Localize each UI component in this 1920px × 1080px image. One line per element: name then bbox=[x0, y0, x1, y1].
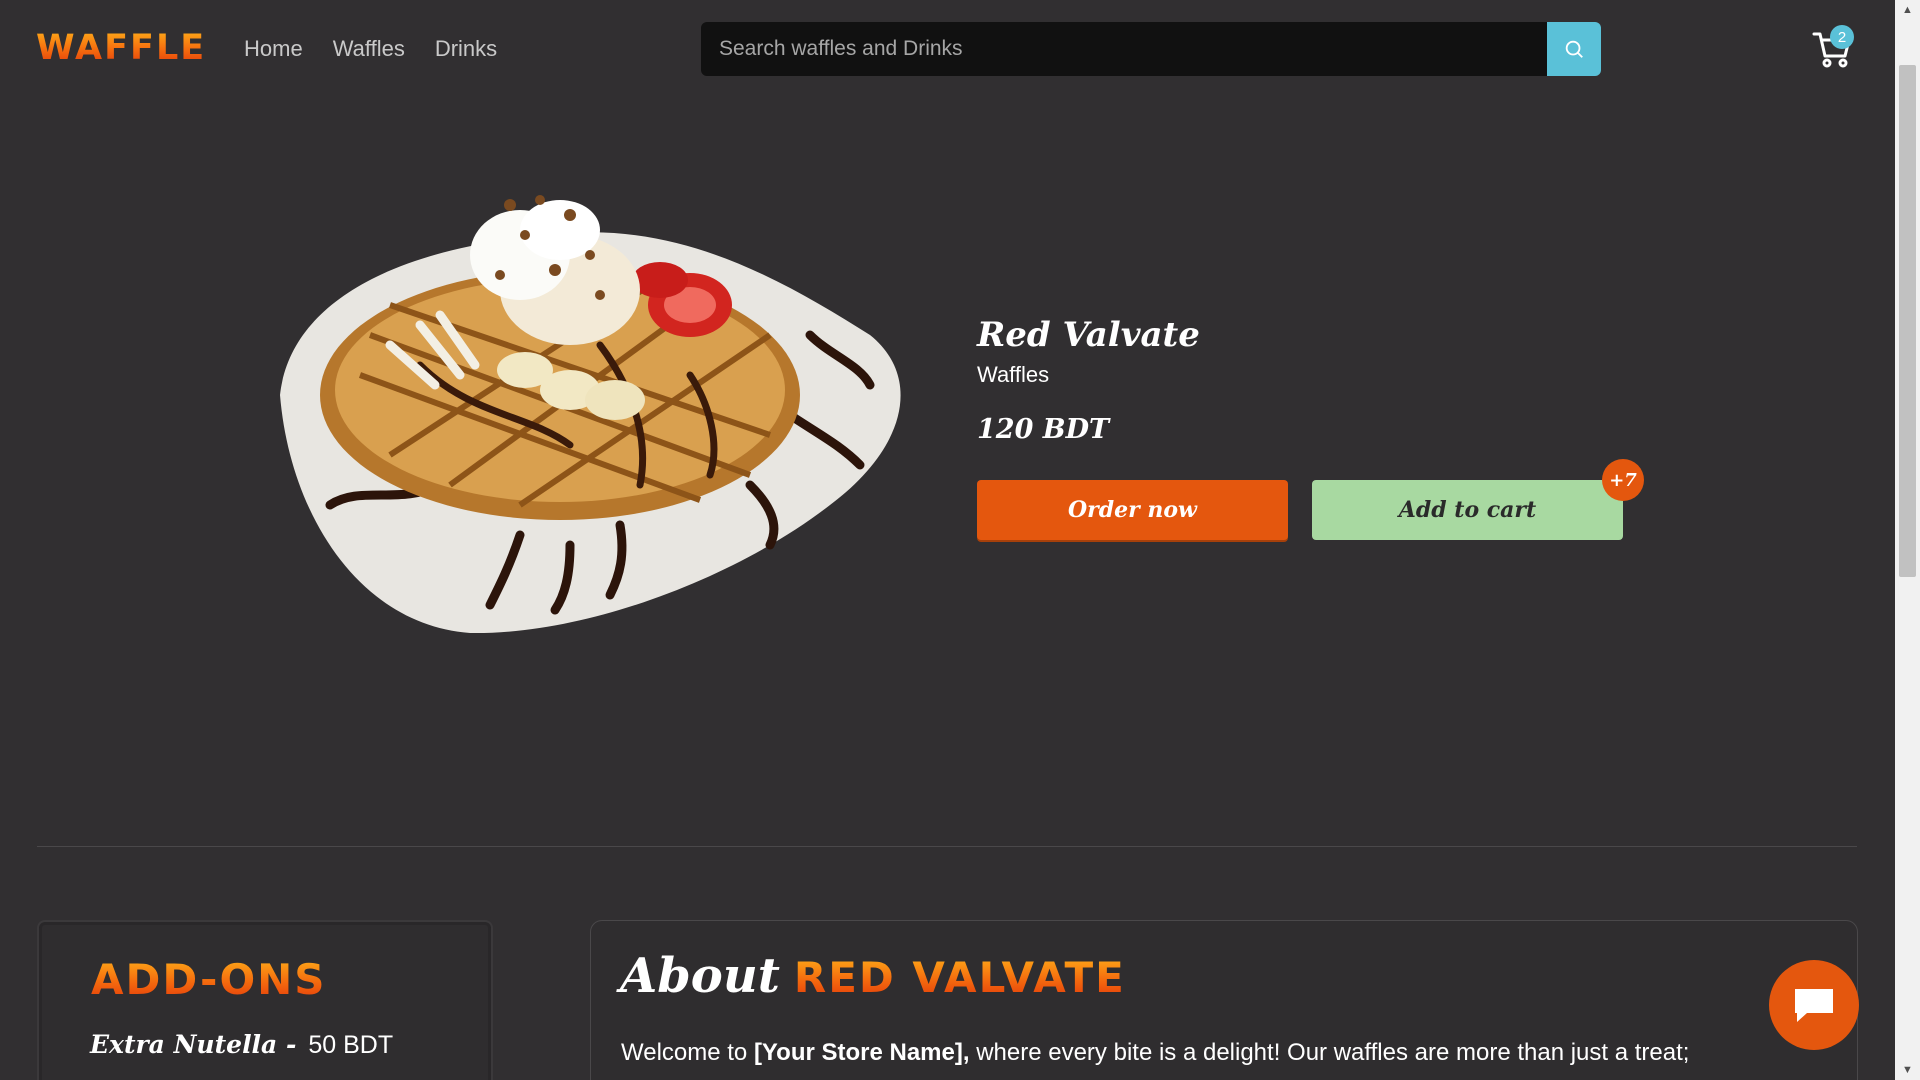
addons-title: ADD-ONS bbox=[91, 955, 327, 1004]
scroll-up-arrow[interactable]: ▲ bbox=[1895, 0, 1920, 20]
search-button[interactable] bbox=[1547, 22, 1601, 76]
main-nav: Home Waffles Drinks bbox=[244, 36, 497, 62]
about-heading: About RED VALVATE bbox=[620, 948, 1126, 1004]
product-price: 120 BDT bbox=[977, 414, 1110, 445]
search-input[interactable] bbox=[701, 22, 1547, 76]
logo[interactable]: WAFFLE bbox=[36, 28, 206, 68]
about-store-name: [Your Store Name], bbox=[753, 1039, 970, 1066]
about-text: Welcome to [Your Store Name], where ever… bbox=[621, 1037, 1801, 1069]
nav-drinks[interactable]: Drinks bbox=[435, 36, 497, 62]
nav-home[interactable]: Home bbox=[244, 36, 303, 62]
about-intro-before: Welcome to bbox=[621, 1039, 754, 1066]
section-divider bbox=[37, 846, 1857, 847]
about-heading-word: About bbox=[620, 948, 780, 1004]
addon-item[interactable]: Extra Nutella - 50 BDT bbox=[90, 1030, 393, 1060]
page-scrollbar[interactable]: ▲ ▼ bbox=[1895, 0, 1920, 1080]
about-heading-product: RED VALVATE bbox=[793, 953, 1126, 1002]
search-icon bbox=[1565, 40, 1583, 58]
addon-name: Extra Nutella - bbox=[90, 1030, 297, 1059]
scroll-down-arrow[interactable]: ▼ bbox=[1895, 1060, 1920, 1080]
order-now-button[interactable]: Order now bbox=[977, 480, 1288, 540]
cart-count-badge: 2 bbox=[1830, 25, 1854, 49]
product-name: Red Valvate bbox=[977, 315, 1200, 355]
site-header: WAFFLE Home Waffles Drinks 2 bbox=[0, 0, 1895, 98]
scroll-thumb[interactable] bbox=[1899, 65, 1916, 577]
extra-count-badge: +7 bbox=[1602, 459, 1644, 501]
product-category: Waffles bbox=[977, 362, 1050, 387]
search-bar bbox=[701, 22, 1601, 76]
chat-button[interactable] bbox=[1769, 960, 1859, 1050]
add-to-cart-button[interactable]: Add to cart bbox=[1312, 480, 1623, 540]
about-intro-after: where every bite is a delight! Our waffl… bbox=[969, 1039, 1690, 1066]
nav-waffles[interactable]: Waffles bbox=[333, 36, 405, 62]
addon-price: 50 BDT bbox=[308, 1031, 394, 1059]
chat-bubble-icon bbox=[1795, 989, 1833, 1022]
product-image bbox=[280, 195, 901, 634]
